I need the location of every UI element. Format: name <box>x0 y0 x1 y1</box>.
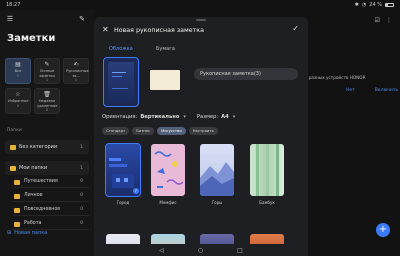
drag-handle[interactable] <box>196 19 206 21</box>
size-select[interactable]: A4 <box>221 114 229 120</box>
category-favorites[interactable]: ☆ Избранное 0 <box>5 88 31 114</box>
subfolder-work[interactable]: Работа 0 <box>12 218 89 230</box>
battery-percent: 24 % <box>369 2 382 8</box>
cover-label: Город <box>116 200 130 205</box>
edit-icon[interactable]: ✎ <box>78 15 86 23</box>
selected-check-icon: ✓ <box>133 188 139 194</box>
confirm-check-icon[interactable]: ✓ <box>292 24 299 33</box>
back-icon[interactable]: ◁ <box>159 247 164 254</box>
chevron-down-icon: ▾ <box>232 114 236 120</box>
cover-label: Мемфис <box>159 200 177 205</box>
orientation-label: Ориентация: <box>102 114 138 120</box>
category-handwritten[interactable]: ✍ Рукописные за... 1 <box>63 58 89 84</box>
subfolder-travel[interactable]: Путешествия 0 <box>12 176 89 188</box>
cover-label: Бамбук <box>259 200 275 205</box>
system-nav-bar: ◁ ○ □ <box>94 244 308 256</box>
folder-icon <box>10 144 16 150</box>
wifi-icon: ◔ <box>361 2 367 8</box>
notes-icon: ▤ <box>15 61 21 68</box>
chip-business[interactable]: Бизнес <box>132 127 155 135</box>
screen: { "status": { "time": "18:27", "battery"… <box>0 0 400 256</box>
category-personal[interactable]: ✎ Личные заметки 1 <box>34 58 60 84</box>
notes-sidebar: ☰ ✎ Заметки ▤ Все 2 ✎ Личные заметки 1 ✍… <box>0 10 94 256</box>
cover-mountains[interactable] <box>200 144 234 196</box>
dialog-title: Новая рукописная заметка <box>114 27 204 34</box>
category-all[interactable]: ▤ Все 2 <box>5 58 31 84</box>
folder-uncategorized[interactable]: Без категории 1 <box>5 140 89 154</box>
sidebar-toggle-icon[interactable]: ☰ <box>6 15 14 23</box>
folders-section-label: Папки <box>7 128 22 133</box>
cover-mountains-art <box>200 162 234 196</box>
folder-icon <box>14 207 20 213</box>
subfolder-everyday[interactable]: Повседневное 0 <box>12 204 89 216</box>
cover-bamboo-art <box>256 144 279 196</box>
sync-banner-actions: Нет Включить <box>346 88 398 93</box>
home-icon[interactable]: ○ <box>198 247 203 254</box>
add-note-button[interactable]: + <box>376 223 390 237</box>
close-icon[interactable]: ✕ <box>102 25 109 35</box>
orientation-select[interactable]: Вертикально <box>140 114 179 120</box>
status-time: 18:27 <box>6 2 21 8</box>
page-options: Ориентация: Вертикально ▾ Размер: A4 ▾ <box>102 114 235 120</box>
chevron-down-icon: ▾ <box>183 114 186 120</box>
folder-icon <box>14 179 20 185</box>
no-button[interactable]: Нет <box>346 88 355 93</box>
check-list-icon[interactable]: ☑ <box>375 17 380 24</box>
more-icon[interactable]: ⋮ <box>386 17 392 24</box>
paper-preview[interactable] <box>150 70 180 90</box>
folder-icon <box>10 165 16 171</box>
battery-icon <box>385 3 394 7</box>
handwriting-icon: ✍ <box>73 61 79 68</box>
chip-art[interactable]: Искусство <box>157 127 186 135</box>
new-folder-button[interactable]: ⊞ Новая папка <box>7 230 47 236</box>
recents-icon[interactable]: □ <box>237 247 243 254</box>
tab-cover[interactable]: Обложка <box>109 46 133 52</box>
cover-style-chips: Стандарт Бизнес Искусство Настроить <box>102 127 218 135</box>
cover-memphis[interactable] <box>151 144 185 196</box>
size-label: Размер: <box>196 114 219 120</box>
new-handwritten-note-dialog: ✕ Новая рукописная заметка ✓ Обложка Бум… <box>94 17 308 256</box>
folder-icon <box>14 193 20 199</box>
enable-button[interactable]: Включить <box>375 88 398 93</box>
cover-preview[interactable] <box>103 57 139 107</box>
cover-label: Горы <box>211 200 223 205</box>
main-toolbar: ☑ ⋮ <box>375 17 392 24</box>
cover-bamboo[interactable] <box>250 144 284 196</box>
chip-customize[interactable]: Настроить <box>188 127 218 135</box>
folder-my-folders[interactable]: Мои папки 1 <box>5 161 89 175</box>
status-bar: 18:27 ✱ ◔ 24 % <box>0 0 400 10</box>
note-name-input[interactable]: Рукописная заметка(3) <box>194 68 298 80</box>
chip-standard[interactable]: Стандарт <box>102 127 130 135</box>
sync-banner-text: ы и разных устройств HONOR <box>300 75 366 80</box>
subfolder-personal[interactable]: Личное 0 <box>12 190 89 202</box>
tab-paper[interactable]: Бумага <box>156 46 175 52</box>
bluetooth-icon: ✱ <box>354 2 359 8</box>
star-icon: ☆ <box>15 91 21 98</box>
cover-memphis-art <box>154 151 184 188</box>
trash-icon: 🗑 <box>43 91 51 98</box>
folder-icon <box>14 221 20 227</box>
pen-icon: ✎ <box>44 61 50 68</box>
page-title: Заметки <box>7 33 56 44</box>
add-folder-icon: ⊞ <box>7 230 12 236</box>
category-recently-deleted[interactable]: 🗑 Недавно удаленное 0 <box>34 88 60 114</box>
